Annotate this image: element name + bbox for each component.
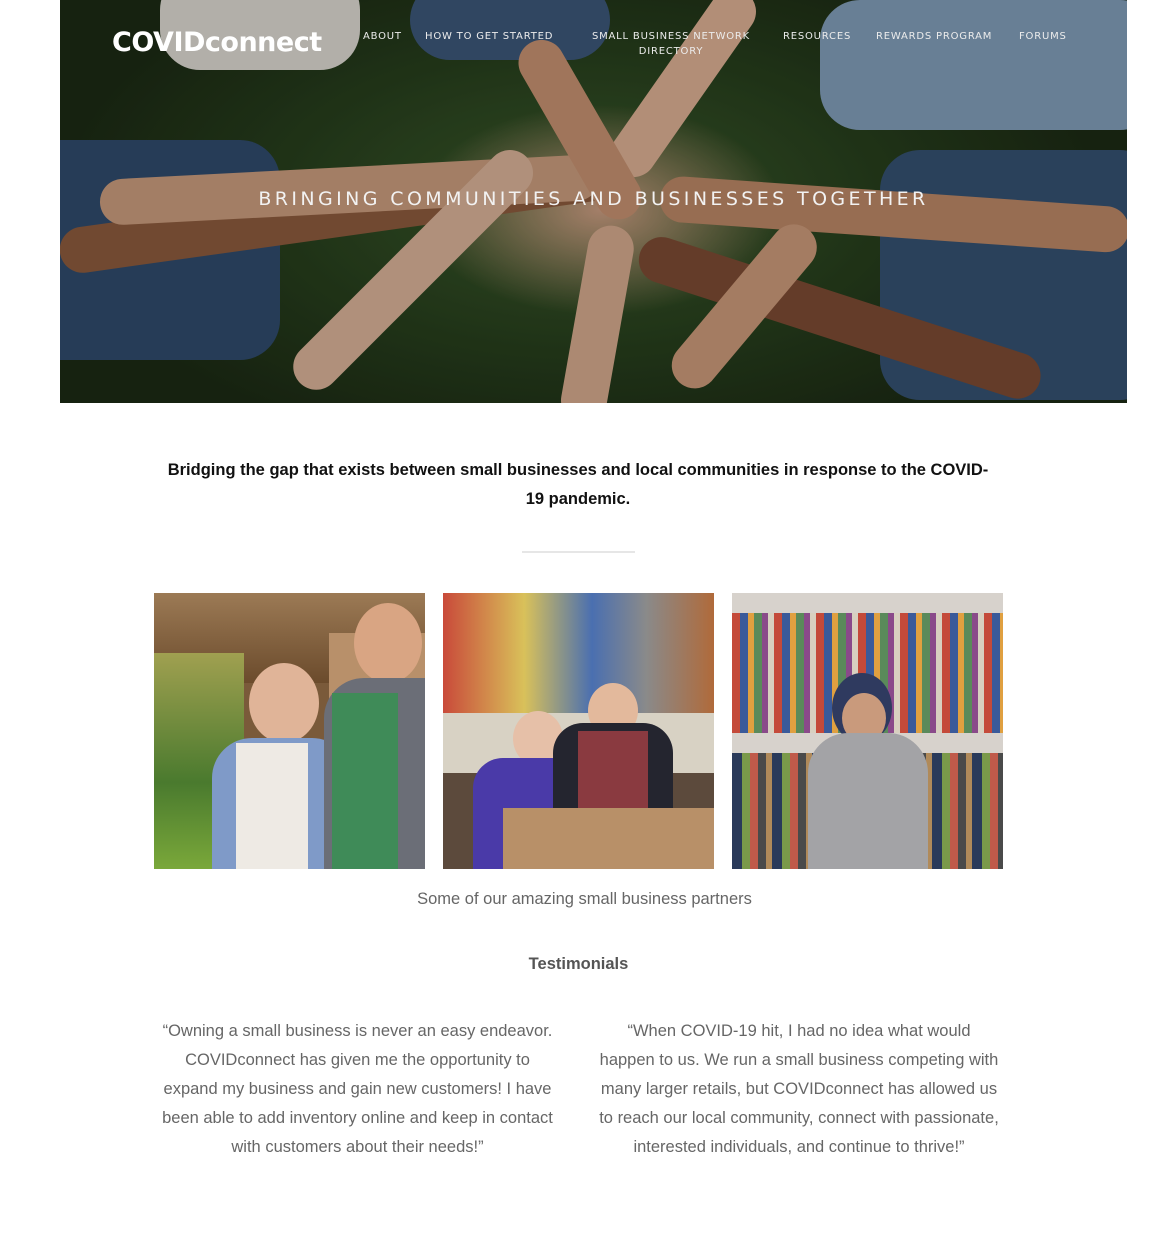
testimonial-quote: “When COVID-19 hit, I had no idea what w… [599,1022,999,1156]
main-nav: ABOUT HOW TO GET STARTED SMALL BUSINESS … [0,29,1169,69]
nav-how-to-get-started[interactable]: HOW TO GET STARTED [425,29,553,44]
testimonials-heading: Testimonials [528,955,629,973]
partner-photo-hardware [443,593,714,869]
partner-photo-grocery [154,593,425,869]
mission-statement: Bridging the gap that exists between sma… [167,461,989,508]
nav-about[interactable]: ABOUT [363,29,402,44]
nav-resources[interactable]: RESOURCES [783,29,851,44]
testimonial-quote: “Owning a small business is never an eas… [162,1022,553,1156]
section-divider [522,551,635,553]
nav-small-business-network-directory[interactable]: SMALL BUSINESS NETWORK DIRECTORY [585,29,757,59]
nav-rewards-program[interactable]: REWARDS PROGRAM [876,29,992,44]
partner-photo-clothing [732,593,1003,869]
hero-tagline: BRINGING COMMUNITIES AND BUSINESSES TOGE… [258,188,929,210]
nav-forums[interactable]: FORUMS [1019,29,1067,44]
partners-caption: Some of our amazing small business partn… [417,890,752,908]
